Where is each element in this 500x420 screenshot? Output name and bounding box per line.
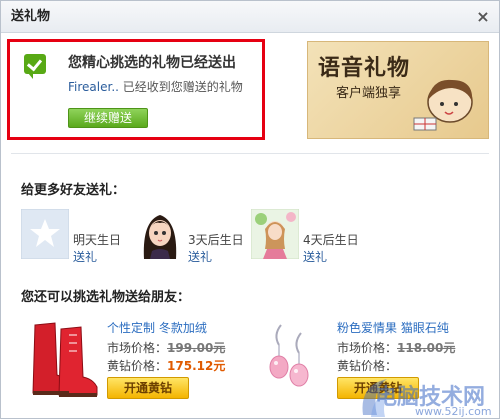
vip-price: 175.12元 <box>167 359 226 373</box>
cartoon-girl-illustration <box>413 79 473 131</box>
voice-gift-banner[interactable]: 语音礼物 客户端独享 <box>307 41 489 139</box>
friend-avatar[interactable] <box>136 209 184 259</box>
recipient-name[interactable]: Firealer.. <box>68 80 119 94</box>
market-price: 118.00元 <box>397 341 456 355</box>
friend-avatar[interactable] <box>251 209 299 259</box>
vip-price-row: 黄钻价格：175.12元 <box>107 357 225 374</box>
friend-birthday: 3天后生日 <box>188 233 244 247</box>
red-boots-image[interactable] <box>25 315 105 399</box>
vip-price-label: 黄钻价格： <box>107 359 168 373</box>
success-message-text: 已经收到您赠送的礼物 <box>122 80 243 94</box>
gifts-section-title: 您还可以挑选礼物送给朋友： <box>21 290 191 305</box>
site-watermark: 电脑技术网 www.52ij.com <box>357 375 500 420</box>
close-icon[interactable]: × <box>475 9 491 25</box>
product-card: 个性定制 冬款加绒 市场价格：199.00元 黄钻价格：175.12元 开通黄钻 <box>25 315 255 405</box>
friend-card: 明天生日 送礼 <box>21 209 151 265</box>
friends-section-title: 给更多好友送礼： <box>21 183 126 198</box>
dialog-titlebar: 送礼物 × <box>1 1 499 33</box>
friend-birthday: 明天生日 <box>73 233 122 247</box>
success-message: Firealer.. 已经收到您赠送的礼物 <box>68 78 243 95</box>
vip-price-row: 黄钻价格： <box>337 357 397 374</box>
default-avatar-icon[interactable] <box>21 209 69 259</box>
send-gift-link[interactable]: 送礼 <box>303 248 327 265</box>
market-price-label: 市场价格： <box>337 341 398 355</box>
dialog-title: 送礼物 <box>11 9 51 24</box>
send-gift-dialog: 送礼物 × 您精心挑选的礼物已经送出 Firealer.. 已经收到您赠送的礼物… <box>0 0 500 419</box>
friend-card: 3天后生日 送礼 <box>136 209 266 265</box>
vip-price-label: 黄钻价格： <box>337 359 398 373</box>
continue-sending-button[interactable]: 继续赠送 <box>68 108 148 128</box>
market-price-label: 市场价格： <box>107 341 168 355</box>
product-name[interactable]: 个性定制 冬款加绒 <box>107 319 207 336</box>
send-gift-link[interactable]: 送礼 <box>73 248 97 265</box>
product-name[interactable]: 粉色爱情果 猫眼石纯 <box>337 319 449 336</box>
watermark-url: www.52ij.com <box>415 405 492 418</box>
friend-birthday: 4天后生日 <box>303 233 359 247</box>
banner-headline: 语音礼物 <box>318 55 411 81</box>
open-yellow-diamond-button[interactable]: 开通黄钻 <box>107 377 189 399</box>
send-gift-link[interactable]: 送礼 <box>188 248 212 265</box>
market-price: 199.00元 <box>167 341 226 355</box>
success-title: 您精心挑选的礼物已经送出 <box>68 55 236 71</box>
market-price-row: 市场价格：118.00元 <box>337 339 455 356</box>
gift-sent-confirmation: 您精心挑选的礼物已经送出 Firealer.. 已经收到您赠送的礼物 继续赠送 <box>7 39 265 140</box>
section-divider <box>11 153 489 154</box>
pink-earrings-image[interactable] <box>255 315 335 399</box>
banner-subline: 客户端独享 <box>336 86 402 101</box>
market-price-row: 市场价格：199.00元 <box>107 339 225 356</box>
friend-card: 4天后生日 送礼 <box>251 209 381 265</box>
checkmark-bubble-icon <box>24 54 46 79</box>
